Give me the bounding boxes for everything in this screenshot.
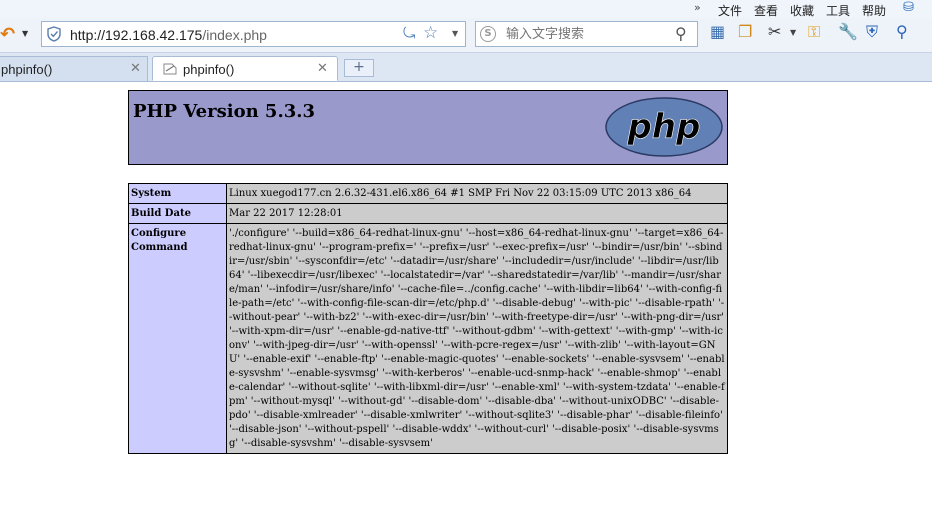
search-input[interactable] bbox=[506, 25, 666, 43]
tab-label: phpinfo() bbox=[1, 62, 53, 77]
magnifier-icon[interactable]: ⚲ bbox=[896, 22, 908, 41]
row-value: './configure' '--build=x86_64-redhat-lin… bbox=[226, 223, 728, 454]
menu-help[interactable]: 帮助 bbox=[862, 2, 886, 19]
menu-tools[interactable]: 工具 bbox=[826, 2, 850, 19]
favorite-star-icon[interactable]: ☆ bbox=[423, 23, 438, 43]
wrench-icon[interactable]: 🔧 bbox=[838, 22, 858, 41]
menu-file[interactable]: 文件 bbox=[718, 2, 742, 19]
skin-icon[interactable]: ⛁ bbox=[903, 0, 914, 15]
back-dropdown-icon[interactable]: ▼ bbox=[22, 29, 28, 38]
page-icon bbox=[163, 63, 177, 75]
page-content: PHP Version 5.3.3 php System Linux xuego… bbox=[0, 82, 932, 527]
scissors-dropdown-icon[interactable]: ▼ bbox=[790, 28, 796, 37]
tab-phpinfo-active[interactable]: phpinfo() ✕ bbox=[152, 56, 338, 81]
close-icon[interactable]: ✕ bbox=[130, 60, 141, 76]
shield-check-icon[interactable]: ⛨ bbox=[866, 22, 878, 42]
address-dropdown-icon[interactable]: ▼ bbox=[452, 29, 458, 38]
url-path: /index.php bbox=[202, 27, 267, 43]
php-info-table: System Linux xuegod177.cn 2.6.32-431.el6… bbox=[128, 183, 728, 454]
security-shield-icon bbox=[47, 26, 61, 42]
tab-bar: phpinfo() ✕ phpinfo() ✕ + bbox=[0, 53, 932, 82]
row-label: Build Date bbox=[128, 203, 227, 224]
key-icon[interactable]: ⚿ bbox=[808, 22, 820, 42]
lightning-icon[interactable]: ⤿ bbox=[403, 24, 416, 42]
menu-view[interactable]: 查看 bbox=[754, 2, 778, 19]
table-row: System Linux xuegod177.cn 2.6.32-431.el6… bbox=[128, 183, 728, 204]
navigation-toolbar: ↶ ▼ http://192.168.42.175/index.php ⤿ ☆ … bbox=[0, 18, 932, 53]
row-label: System bbox=[128, 183, 227, 204]
php-logo[interactable]: php bbox=[604, 96, 724, 158]
address-url[interactable]: http://192.168.42.175/index.php bbox=[70, 27, 267, 43]
new-tab-button[interactable]: + bbox=[344, 59, 374, 77]
search-engine-icon[interactable]: S bbox=[480, 26, 496, 42]
menu-overflow-chevron[interactable]: » bbox=[694, 1, 701, 14]
page-title: PHP Version 5.3.3 bbox=[133, 101, 316, 122]
back-arrow-icon[interactable]: ↶ bbox=[0, 24, 15, 45]
php-logo-text: php bbox=[627, 107, 701, 147]
menu-favorites[interactable]: 收藏 bbox=[790, 2, 814, 19]
tab-window-icon[interactable]: ❐ bbox=[738, 22, 752, 41]
table-row: Configure Command './configure' '--build… bbox=[128, 223, 728, 454]
search-box[interactable]: S ⚲ bbox=[475, 21, 698, 47]
calculator-icon[interactable]: ▦ bbox=[710, 22, 725, 41]
address-bar[interactable]: http://192.168.42.175/index.php ⤿ ☆ ▼ bbox=[41, 21, 466, 47]
menu-bar: » 文件 查看 收藏 工具 帮助 ⛁ bbox=[0, 0, 932, 18]
row-value: Mar 22 2017 12:28:01 bbox=[226, 203, 728, 224]
close-icon[interactable]: ✕ bbox=[317, 60, 328, 76]
table-row: Build Date Mar 22 2017 12:28:01 bbox=[128, 203, 728, 224]
url-host: http://192.168.42.175 bbox=[70, 27, 203, 43]
search-icon[interactable]: ⚲ bbox=[675, 24, 687, 43]
row-label: Configure Command bbox=[128, 223, 227, 454]
row-value: Linux xuegod177.cn 2.6.32-431.el6.x86_64… bbox=[226, 183, 728, 204]
tab-phpinfo-inactive[interactable]: phpinfo() ✕ bbox=[0, 56, 148, 81]
tab-label: phpinfo() bbox=[183, 62, 235, 77]
php-version-header: PHP Version 5.3.3 php bbox=[128, 90, 728, 165]
scissors-icon[interactable]: ✂ bbox=[768, 22, 781, 41]
